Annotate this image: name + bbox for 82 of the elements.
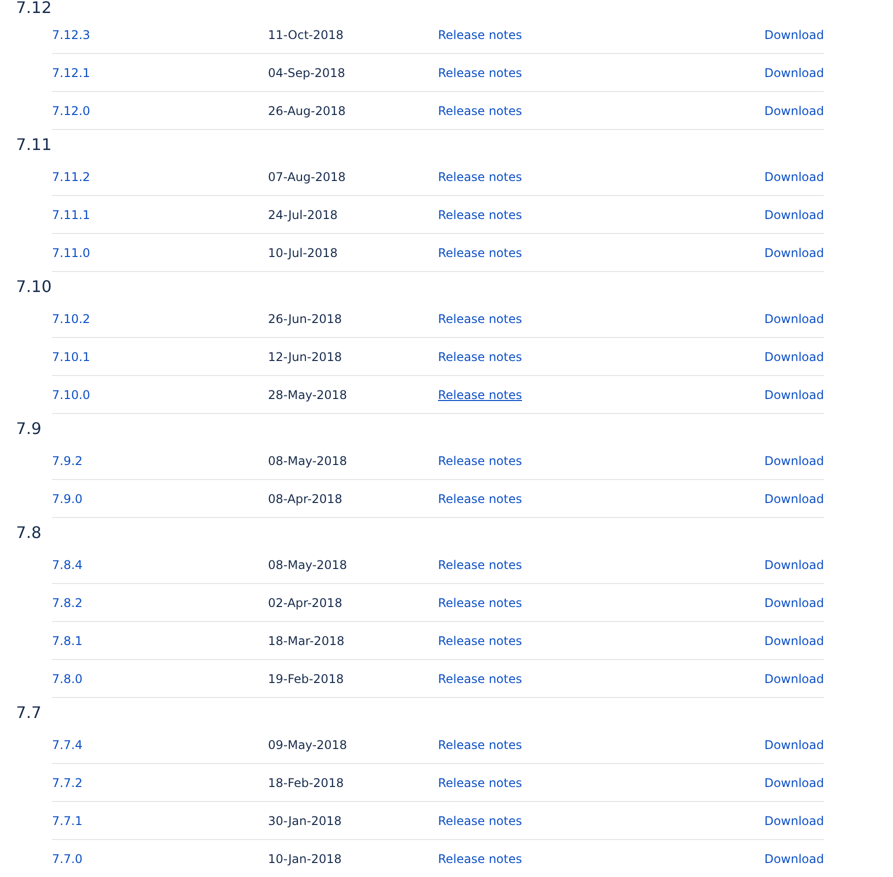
release-date: 26-Jun-2018 — [268, 312, 343, 326]
release-notes-link[interactable]: Release notes — [438, 246, 522, 260]
release-date: 30-Jan-2018 — [268, 814, 343, 828]
version-heading: 7.11 — [16, 134, 52, 156]
release-notes-link[interactable]: Release notes — [438, 776, 522, 790]
release-date: 08-May-2018 — [268, 558, 348, 572]
version-link[interactable]: 7.7.2 — [52, 776, 83, 790]
download-link[interactable]: Download — [764, 672, 824, 686]
version-heading: 7.8 — [16, 522, 42, 544]
download-link[interactable]: Download — [764, 558, 824, 572]
release-notes-link[interactable]: Release notes — [438, 634, 522, 648]
release-notes-link[interactable]: Release notes — [438, 738, 522, 752]
release-notes-link[interactable]: Release notes — [438, 558, 522, 572]
release-notes-link[interactable]: Release notes — [438, 170, 522, 184]
release-notes-link[interactable]: Release notes — [438, 672, 522, 686]
download-link[interactable]: Download — [764, 170, 824, 184]
version-link[interactable]: 7.8.0 — [52, 672, 83, 686]
release-date: 28-May-2018 — [268, 388, 348, 402]
release-date: 08-Apr-2018 — [268, 492, 344, 506]
release-notes-link[interactable]: Release notes — [438, 388, 522, 402]
download-link[interactable]: Download — [764, 852, 824, 866]
version-link[interactable]: 7.12.0 — [52, 104, 90, 118]
release-notes-link[interactable]: Release notes — [438, 312, 522, 326]
release-notes-link[interactable]: Release notes — [438, 104, 522, 118]
download-link[interactable]: Download — [764, 814, 824, 828]
download-link[interactable]: Download — [764, 492, 824, 506]
version-link[interactable]: 7.11.0 — [52, 246, 90, 260]
version-link[interactable]: 7.10.2 — [52, 312, 90, 326]
download-link[interactable]: Download — [764, 738, 824, 752]
version-link[interactable]: 7.8.1 — [52, 634, 83, 648]
release-date: 12-Jun-2018 — [268, 350, 343, 364]
version-link[interactable]: 7.9.2 — [52, 454, 83, 468]
release-date: 09-May-2018 — [268, 738, 348, 752]
download-link[interactable]: Download — [764, 104, 824, 118]
version-heading: 7.7 — [16, 702, 42, 724]
version-link[interactable]: 7.9.0 — [52, 492, 83, 506]
version-link[interactable]: 7.8.2 — [52, 596, 83, 610]
download-link[interactable]: Download — [764, 634, 824, 648]
release-date: 08-May-2018 — [268, 454, 348, 468]
download-link[interactable]: Download — [764, 246, 824, 260]
release-date: 19-Feb-2018 — [268, 672, 345, 686]
version-link[interactable]: 7.11.1 — [52, 208, 90, 222]
version-link[interactable]: 7.7.0 — [52, 852, 83, 866]
release-date: 18-Feb-2018 — [268, 776, 345, 790]
release-notes-link[interactable]: Release notes — [438, 454, 522, 468]
download-link[interactable]: Download — [764, 350, 824, 364]
version-heading: 7.10 — [16, 276, 52, 298]
download-link[interactable]: Download — [764, 208, 824, 222]
download-link[interactable]: Download — [764, 312, 824, 326]
version-link[interactable]: 7.12.1 — [52, 66, 90, 80]
download-link[interactable]: Download — [764, 454, 824, 468]
version-heading: 7.12 — [16, 0, 52, 16]
version-link[interactable]: 7.10.0 — [52, 388, 90, 402]
release-notes-link[interactable]: Release notes — [438, 350, 522, 364]
release-date: 10-Jan-2018 — [268, 852, 343, 866]
download-link[interactable]: Download — [764, 596, 824, 610]
release-date: 07-Aug-2018 — [268, 170, 347, 184]
download-link[interactable]: Download — [764, 776, 824, 790]
release-notes-link[interactable]: Release notes — [438, 66, 522, 80]
release-notes-link[interactable]: Release notes — [438, 492, 522, 506]
release-notes-link[interactable]: Release notes — [438, 852, 522, 866]
release-date: 11-Oct-2018 — [268, 28, 345, 42]
download-link[interactable]: Download — [764, 388, 824, 402]
version-link[interactable]: 7.8.4 — [52, 558, 83, 572]
version-heading: 7.9 — [16, 418, 42, 440]
release-notes-link[interactable]: Release notes — [438, 596, 522, 610]
version-link[interactable]: 7.12.3 — [52, 28, 90, 42]
release-date: 02-Apr-2018 — [268, 596, 344, 610]
version-link[interactable]: 7.7.1 — [52, 814, 83, 828]
release-notes-link[interactable]: Release notes — [438, 814, 522, 828]
release-date: 04-Sep-2018 — [268, 66, 346, 80]
release-date: 18-Mar-2018 — [268, 634, 346, 648]
release-notes-link[interactable]: Release notes — [438, 28, 522, 42]
download-link[interactable]: Download — [764, 28, 824, 42]
release-date: 24-Jul-2018 — [268, 208, 339, 222]
version-link[interactable]: 7.7.4 — [52, 738, 83, 752]
release-notes-link[interactable]: Release notes — [438, 208, 522, 222]
release-date: 10-Jul-2018 — [268, 246, 339, 260]
version-link[interactable]: 7.10.1 — [52, 350, 90, 364]
version-link[interactable]: 7.11.2 — [52, 170, 90, 184]
download-link[interactable]: Download — [764, 66, 824, 80]
release-date: 26-Aug-2018 — [268, 104, 347, 118]
